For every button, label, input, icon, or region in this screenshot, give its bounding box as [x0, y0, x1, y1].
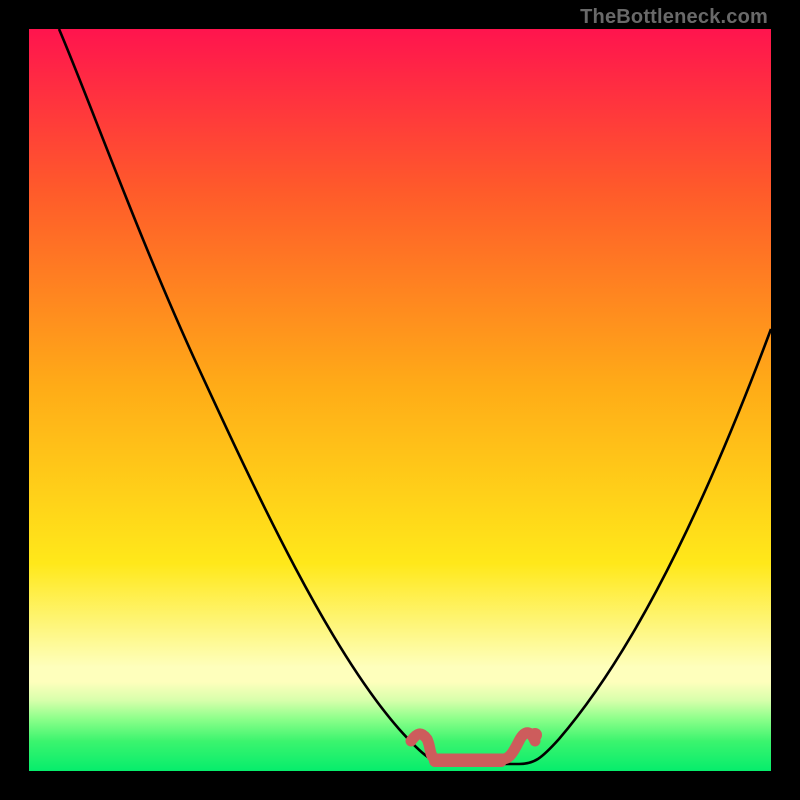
gradient-background: [29, 29, 771, 771]
chart-area: [29, 29, 771, 771]
optimal-range-floor: [429, 755, 507, 767]
chart-svg: [29, 29, 771, 771]
optimal-range-end-dot: [528, 728, 542, 742]
attribution-text: TheBottleneck.com: [580, 6, 768, 29]
